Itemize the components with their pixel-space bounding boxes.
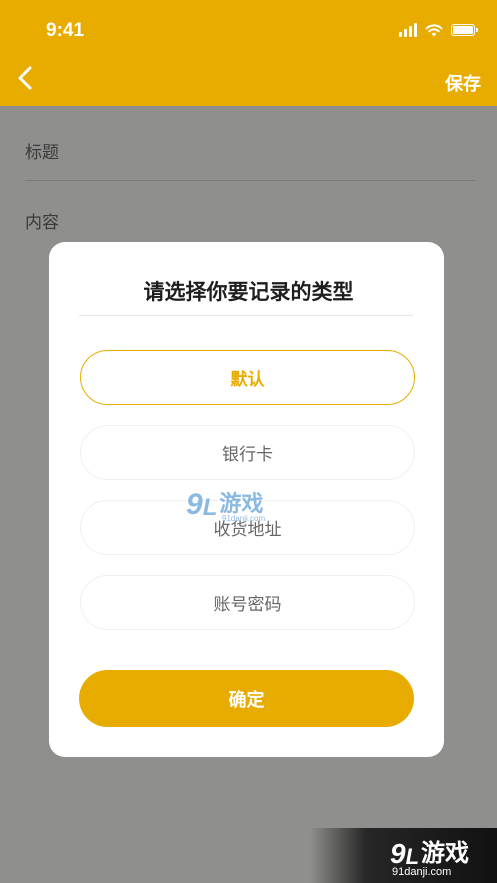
confirm-button[interactable]: 确定 bbox=[79, 670, 414, 727]
status-icons bbox=[399, 22, 478, 38]
wifi-icon bbox=[425, 24, 443, 37]
content-field[interactable]: 内容 bbox=[25, 208, 475, 233]
save-button[interactable]: 保存 bbox=[445, 70, 481, 96]
form-divider bbox=[25, 180, 475, 181]
option-default[interactable]: 默认 bbox=[80, 350, 415, 405]
corner-watermark-brand: 游戏 bbox=[421, 840, 470, 867]
watermark-number: 9 bbox=[186, 488, 203, 521]
cellular-signal-icon bbox=[399, 23, 417, 37]
header: 9:41 保存 bbox=[0, 0, 497, 106]
battery-icon bbox=[451, 24, 478, 36]
back-button[interactable] bbox=[10, 62, 40, 94]
watermark-url: 91danji.com bbox=[222, 514, 266, 523]
corner-watermark: 9L 游戏 bbox=[390, 833, 469, 870]
watermark-logo: 9L 游戏 91danji.com bbox=[186, 488, 266, 523]
corner-watermark-url: 91danji.com bbox=[392, 866, 452, 878]
option-bank-card[interactable]: 银行卡 bbox=[80, 425, 415, 480]
dialog-divider bbox=[79, 315, 413, 316]
back-chevron-icon bbox=[18, 66, 32, 90]
option-account-password[interactable]: 账号密码 bbox=[80, 575, 415, 630]
screen: 9:41 保存 标题 内容 请选择你要记录的类型 默认 银行卡 收货地址 账号密… bbox=[0, 0, 497, 883]
dialog-title: 请选择你要记录的类型 bbox=[143, 281, 354, 304]
status-time: 9:41 bbox=[46, 20, 85, 41]
title-field[interactable]: 标题 bbox=[25, 138, 475, 163]
